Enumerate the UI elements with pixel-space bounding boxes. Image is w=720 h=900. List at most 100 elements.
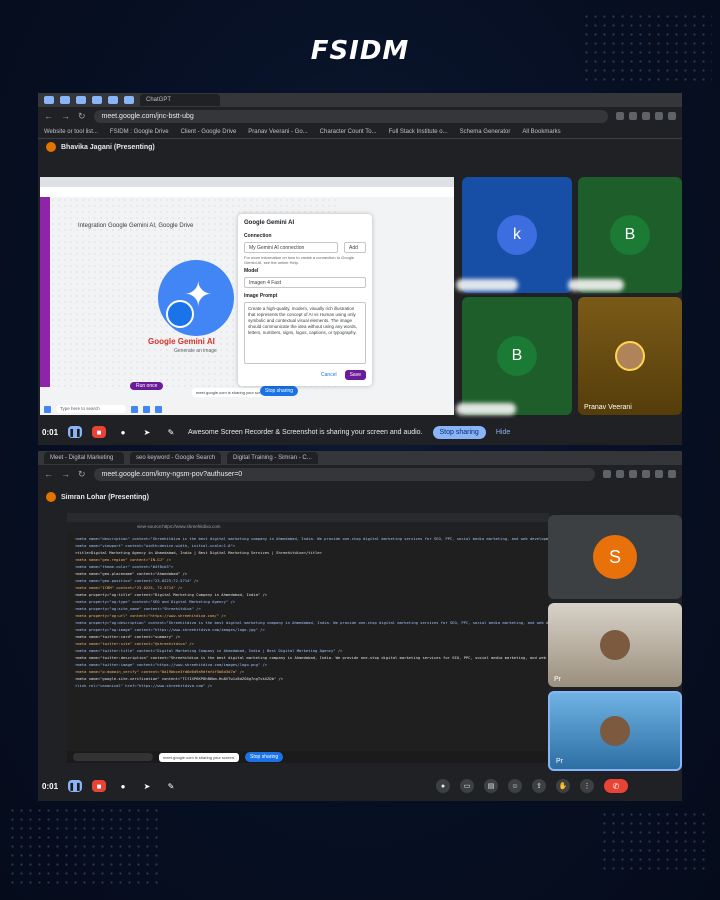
participant-tile[interactable]: B <box>462 297 572 415</box>
end-call-button[interactable]: ✆ <box>604 779 628 793</box>
cursor-icon[interactable]: ➤ <box>140 426 154 438</box>
participant-video <box>600 716 630 746</box>
connection-select[interactable]: My Gemini AI connection <box>244 242 338 253</box>
pen-icon[interactable]: ✎ <box>164 426 178 438</box>
bookmark[interactable]: Schema Generator <box>460 129 511 135</box>
captions-icon[interactable]: ▤ <box>484 779 498 793</box>
reload-icon[interactable]: ↻ <box>78 469 86 480</box>
taskbar-app-icon[interactable] <box>131 405 138 413</box>
participant-tile[interactable]: Pranav Veerani <box>578 297 682 415</box>
microphone-icon[interactable]: ● <box>116 426 130 438</box>
extension-icon[interactable] <box>668 470 676 478</box>
browser-tab-chatgpt[interactable]: ChatGPT <box>140 94 220 106</box>
browser-tab-meet[interactable]: Meet - Digital Marketing <box>44 452 124 464</box>
meet-screenshot-top: ChatGPT ← → ↻ meet.google.com/jnc-bstt-u… <box>38 93 682 445</box>
forward-icon[interactable]: → <box>61 111 70 121</box>
extension-icon[interactable] <box>616 470 624 478</box>
code-line: <meta name="description" content="Shreeh… <box>75 536 549 541</box>
url-bar[interactable]: meet.google.com/jnc-bstt-ubg <box>93 109 608 123</box>
more-options-icon[interactable]: ⋮ <box>580 779 594 793</box>
emoji-icon[interactable]: ☺ <box>508 779 522 793</box>
blurred-label <box>456 403 516 415</box>
model-select[interactable]: Imagen 4 Fast <box>244 277 366 288</box>
taskbar-search[interactable]: Type here to search <box>56 405 126 413</box>
tab-favicon[interactable] <box>60 96 70 104</box>
run-once-button[interactable]: Run once <box>130 382 164 390</box>
stop-sharing-mini-button[interactable]: Stop sharing <box>245 752 284 762</box>
camera-icon[interactable]: ▭ <box>460 779 474 793</box>
hide-button[interactable]: Hide <box>496 429 510 436</box>
tab-favicon[interactable] <box>92 96 102 104</box>
participant-tile[interactable]: Pr <box>548 603 682 687</box>
tab-favicon[interactable] <box>108 96 118 104</box>
extension-icon[interactable] <box>642 112 650 120</box>
stop-sharing-mini-button[interactable]: Stop sharing <box>260 386 299 396</box>
browser-tab-training[interactable]: Digital Training - Simran - C... <box>227 452 318 464</box>
extension-icon[interactable] <box>642 470 650 478</box>
meet-screenshot-bottom: Meet - Digital Marketing seo keyword - G… <box>38 451 682 801</box>
module-subtitle: Generate an image <box>174 348 217 354</box>
pause-icon[interactable]: ❚❚ <box>68 780 83 792</box>
microphone-icon[interactable]: ● <box>116 780 130 792</box>
image-prompt-textarea[interactable]: Create a high-quality, modern, visually … <box>244 302 366 364</box>
bookmark[interactable]: Pranav Veerani - Go... <box>248 129 307 135</box>
code-line: <meta name="p:domain_verify" content="8a… <box>75 669 245 674</box>
add-connection-button[interactable]: Add <box>344 242 366 253</box>
presenter-avatar <box>46 492 56 502</box>
cursor-icon[interactable]: ➤ <box>140 780 154 792</box>
stop-record-icon[interactable]: ■ <box>92 426 107 438</box>
present-icon[interactable]: ⇪ <box>532 779 546 793</box>
extension-icon[interactable] <box>655 112 663 120</box>
tab-favicon[interactable] <box>124 96 134 104</box>
stop-sharing-button[interactable]: Stop sharing <box>432 425 486 439</box>
participant-tile[interactable]: B <box>578 177 682 293</box>
save-button[interactable]: Save <box>344 370 366 380</box>
tab-favicon[interactable] <box>76 96 86 104</box>
bookmark[interactable]: FSIDM : Google Drive <box>110 129 169 135</box>
stop-record-icon[interactable]: ■ <box>92 780 107 792</box>
raise-hand-icon[interactable]: ✋ <box>556 779 570 793</box>
bookmark[interactable]: Character Count To... <box>320 129 377 135</box>
back-icon[interactable]: ← <box>44 111 53 121</box>
meet-control-bar: 0:01 ❚❚ ■ ● ➤ ✎ Awesome Screen Recorder … <box>38 419 682 445</box>
taskbar-search[interactable] <box>73 753 153 761</box>
clock-icon <box>166 300 194 328</box>
decorative-dots-bottom-right <box>600 810 710 870</box>
cancel-button[interactable]: Cancel <box>319 370 339 380</box>
extension-icon[interactable] <box>629 112 637 120</box>
browser-tab-search[interactable]: seo keyword - Google Search <box>130 452 222 464</box>
url-bar[interactable]: meet.google.com/kmy-ngsm-pov?authuser=0 <box>93 467 595 481</box>
meet-control-bar: 0:01 ❚❚ ■ ● ➤ ✎ ● ▭ ▤ ☺ ⇪ ✋ ⋮ ✆ <box>38 773 682 799</box>
participant-tile[interactable]: Pr <box>548 691 682 771</box>
extension-icon[interactable] <box>668 112 676 120</box>
code-line: <meta name="twitter:site" content="@shre… <box>75 641 194 646</box>
bookmark-all[interactable]: All Bookmarks <box>522 129 560 135</box>
windows-taskbar: meet.google.com is sharing your screen. … <box>67 751 549 763</box>
extension-icon[interactable] <box>655 470 663 478</box>
code-line: <meta name="twitter:image" content="http… <box>75 662 268 667</box>
back-icon[interactable]: ← <box>44 469 53 479</box>
bookmark[interactable]: Full Stack Institute o... <box>389 129 448 135</box>
tab-favicon[interactable] <box>44 96 54 104</box>
participant-tile[interactable]: S <box>548 515 682 599</box>
pause-icon[interactable]: ❚❚ <box>68 426 83 438</box>
participant-tile[interactable]: k <box>462 177 572 293</box>
decorative-dots-bottom-left <box>8 806 158 886</box>
forward-icon[interactable]: → <box>61 469 70 479</box>
scenario-title: Integration Google Gemini AI, Google Dri… <box>78 223 194 229</box>
code-line: <meta name="geo.position" content="23.02… <box>75 578 199 583</box>
bookmark[interactable]: Website or tool list... <box>44 129 98 135</box>
gemini-module-node[interactable]: ✦ <box>158 260 234 336</box>
call-timer: 0:01 <box>42 427 59 437</box>
extension-icon[interactable] <box>616 112 624 120</box>
reload-icon[interactable]: ↻ <box>78 111 86 122</box>
extension-icon[interactable] <box>603 470 611 478</box>
taskbar-app-icon[interactable] <box>155 405 162 413</box>
bookmark[interactable]: Client - Google Drive <box>181 129 237 135</box>
code-line: <meta name="theme-color" content="#4f8cb… <box>75 564 174 569</box>
pen-icon[interactable]: ✎ <box>164 780 178 792</box>
taskbar-app-icon[interactable] <box>143 405 150 413</box>
windows-start-icon[interactable] <box>44 405 51 413</box>
extension-icon[interactable] <box>629 470 637 478</box>
microphone-icon[interactable]: ● <box>436 779 450 793</box>
